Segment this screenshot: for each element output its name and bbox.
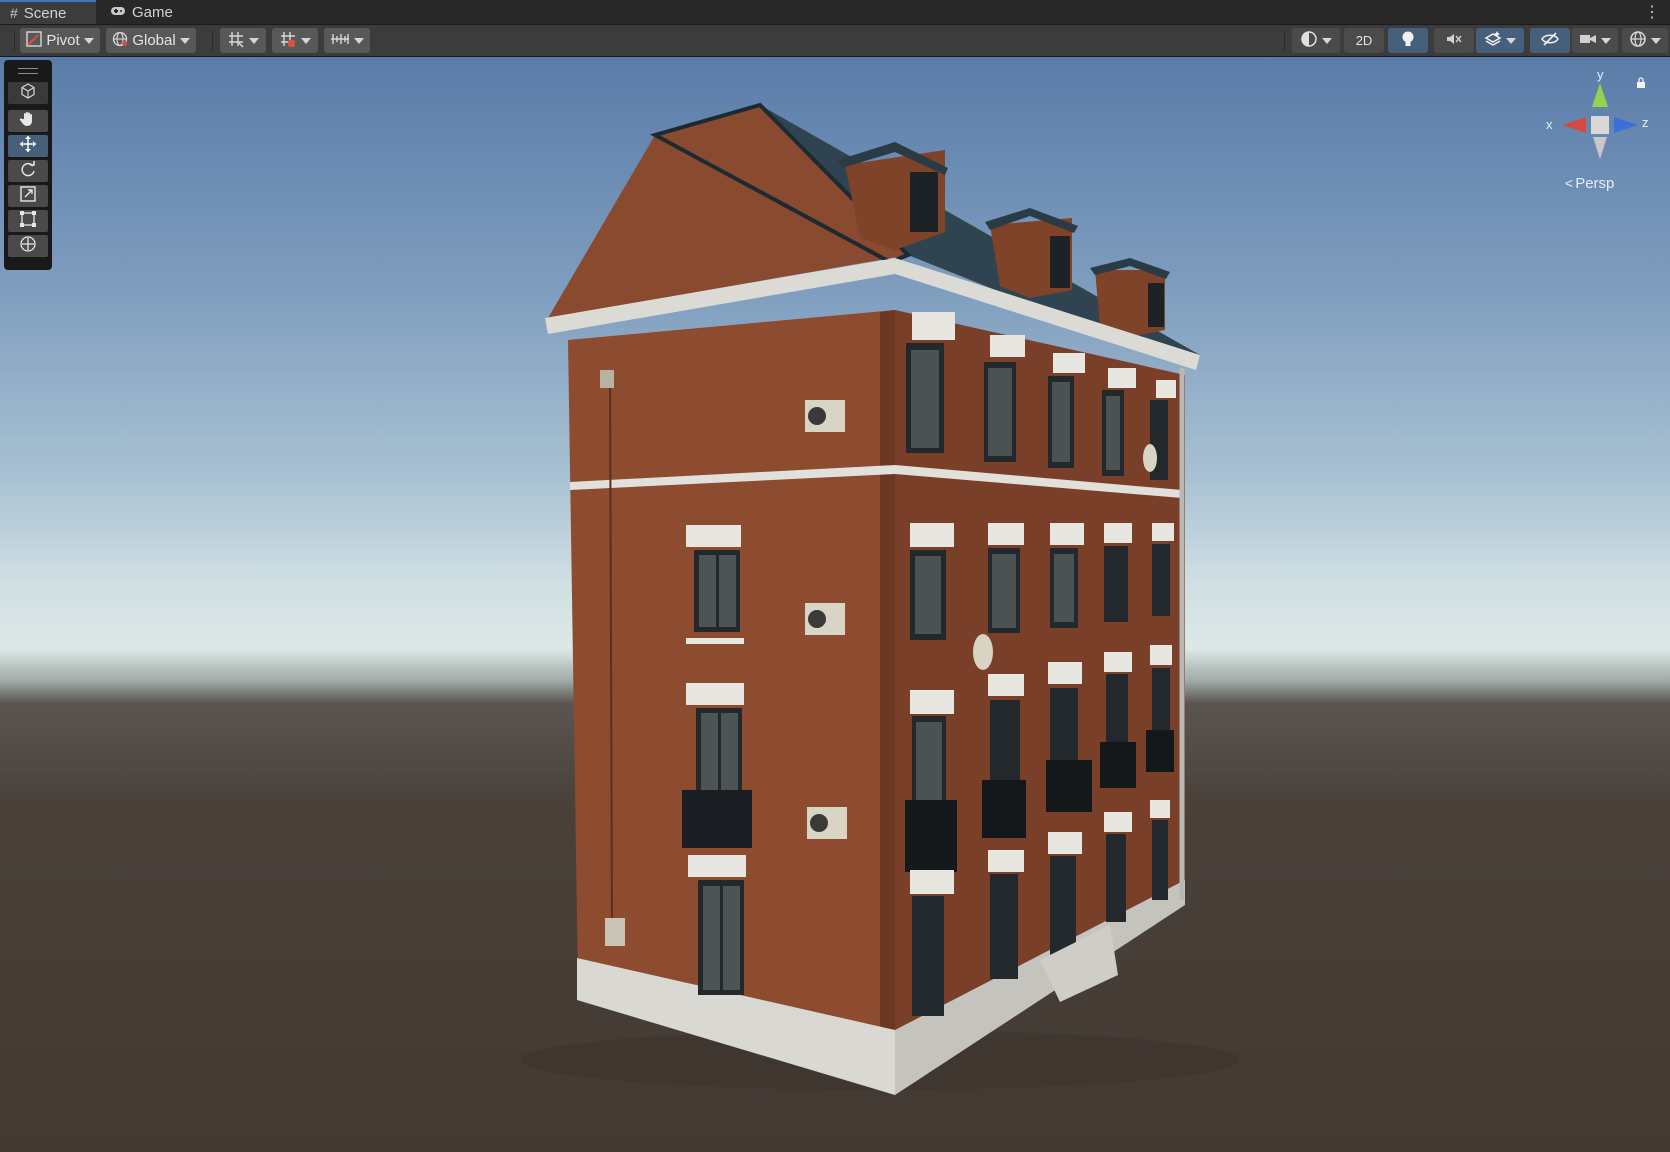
rotate-tool-button[interactable] <box>8 160 48 182</box>
chevron-down-icon <box>179 37 190 44</box>
toolbar-separator <box>1284 31 1285 51</box>
tab-scene-label: Scene <box>23 4 67 22</box>
move-tool-button[interactable] <box>8 135 48 157</box>
view-mode-toggle[interactable]: < Persp <box>1565 175 1614 192</box>
gizmo-z-label: z <box>1642 115 1649 130</box>
gizmo-x-label: x <box>1546 117 1553 132</box>
scene-toolbar: Pivot Global 2D <box>0 25 1670 57</box>
rect-tool-button[interactable] <box>8 210 48 232</box>
building-model[interactable] <box>0 57 1670 1152</box>
camera-icon <box>1579 32 1597 50</box>
global-label: Global <box>132 32 176 49</box>
global-dropdown[interactable]: Global <box>106 28 196 53</box>
pivot-label: Pivot <box>46 32 80 49</box>
view-tool-button[interactable] <box>8 82 48 104</box>
scene-visibility-toggle[interactable] <box>1530 28 1570 53</box>
tab-scene[interactable]: # Scene <box>0 0 96 24</box>
chevron-down-icon <box>83 37 94 44</box>
hand-icon <box>19 110 37 133</box>
globe-icon <box>112 31 128 51</box>
chevron-down-icon <box>1601 37 1611 44</box>
grid-visibility-dropdown[interactable] <box>220 28 266 53</box>
rotate-icon <box>19 160 37 183</box>
toggle-2d-label: 2D <box>1355 33 1373 48</box>
lighting-toggle[interactable] <box>1388 28 1428 53</box>
scene-viewport[interactable]: y x z < Persp <box>0 57 1670 1152</box>
satellite-dish <box>1143 444 1157 472</box>
grid-snapping-icon <box>279 30 297 52</box>
gizmos-dropdown[interactable] <box>1622 28 1668 53</box>
gizmo-z-arrow[interactable] <box>1614 117 1638 133</box>
hand-tool-button[interactable] <box>8 110 48 132</box>
gizmo-globe-icon <box>1629 30 1647 52</box>
chevron-down-icon <box>1322 37 1332 44</box>
grid-visibility-icon <box>227 30 245 52</box>
audio-muted-icon <box>1445 31 1463 51</box>
ruler-icon <box>330 31 350 51</box>
grid-icon: # <box>10 5 18 21</box>
editor-tab-bar: # Scene Game ⋮ <box>0 0 1670 25</box>
perspective-icon: < <box>1565 175 1574 191</box>
gizmo-y-label: y <box>1597 67 1604 82</box>
tools-overlay <box>4 60 52 270</box>
chevron-down-icon <box>1506 37 1516 44</box>
gizmo-y-arrow[interactable] <box>1592 83 1608 107</box>
pivot-icon <box>26 30 43 51</box>
toolbar-grip <box>14 31 15 51</box>
transform-tool-button[interactable] <box>8 235 48 257</box>
chevron-down-icon <box>249 37 259 44</box>
drag-handle-icon[interactable] <box>18 68 38 74</box>
hidden-eye-icon <box>1540 31 1560 51</box>
chevron-down-icon <box>1651 37 1661 44</box>
draw-mode-dropdown[interactable] <box>1292 28 1340 53</box>
transform-icon <box>19 235 37 258</box>
increment-snap-dropdown[interactable] <box>324 28 370 53</box>
shading-sphere-icon <box>1300 30 1318 52</box>
audio-toggle[interactable] <box>1434 28 1474 53</box>
gizmo-neg-y-arrow[interactable] <box>1593 137 1607 159</box>
grid-snapping-dropdown[interactable] <box>272 28 318 53</box>
building-corner <box>880 310 895 1050</box>
chevron-down-icon <box>301 37 311 44</box>
effects-layers-icon <box>1484 30 1502 52</box>
pivot-dropdown[interactable]: Pivot <box>20 28 100 53</box>
lock-icon[interactable] <box>1636 77 1646 92</box>
scale-tool-button[interactable] <box>8 185 48 207</box>
cube-icon <box>19 82 37 105</box>
camera-settings-dropdown[interactable] <box>1572 28 1618 53</box>
building-gable <box>548 105 908 318</box>
effects-dropdown[interactable] <box>1476 28 1524 53</box>
light-bulb-icon <box>1401 30 1415 52</box>
tab-game[interactable]: Game <box>100 0 200 24</box>
satellite-dish <box>973 634 993 670</box>
view-mode-label: Persp <box>1575 175 1615 192</box>
tab-game-label: Game <box>132 3 173 21</box>
gizmo-center-cube[interactable] <box>1591 116 1609 134</box>
scale-icon <box>19 185 37 208</box>
toggle-2d-button[interactable]: 2D <box>1344 28 1384 53</box>
gizmo-x-arrow[interactable] <box>1562 117 1586 133</box>
more-options-icon[interactable]: ⋮ <box>1644 2 1660 22</box>
rect-transform-icon <box>19 210 37 233</box>
move-arrows-icon <box>19 135 37 158</box>
toolbar-separator <box>212 31 213 51</box>
gamepad-icon <box>110 4 126 20</box>
chevron-down-icon <box>354 37 364 44</box>
